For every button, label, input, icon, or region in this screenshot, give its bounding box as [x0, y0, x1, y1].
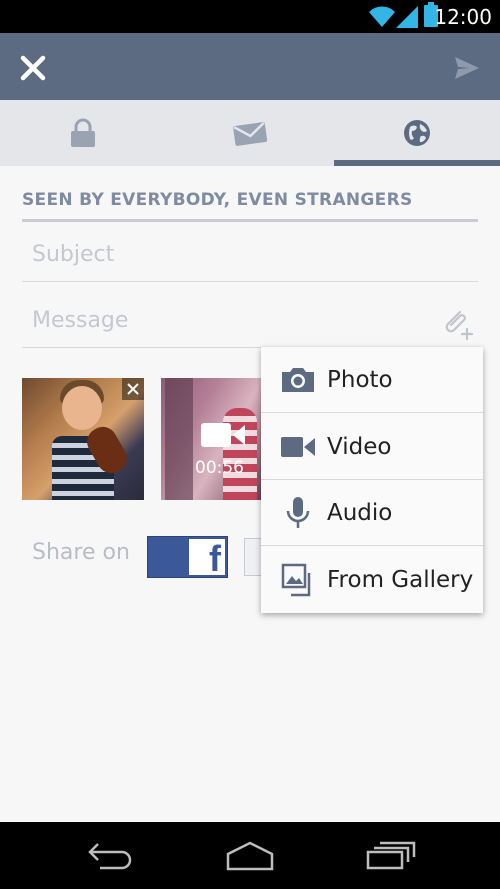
- menu-item-video[interactable]: Video: [261, 414, 483, 480]
- share-on-label: Share on: [32, 540, 130, 565]
- photo-attachment[interactable]: [22, 378, 144, 500]
- audience-tabs: [0, 100, 500, 166]
- selected-tab-indicator: [334, 160, 500, 166]
- attach-icon[interactable]: [440, 306, 474, 340]
- wifi-icon: [369, 6, 395, 27]
- lock-icon: [71, 118, 95, 147]
- recent-apps-icon[interactable]: [366, 840, 416, 870]
- status-bar: 12:00: [0, 0, 500, 33]
- camera-icon: [282, 367, 314, 392]
- menu-item-from-gallery[interactable]: From Gallery: [261, 547, 483, 613]
- tab-message[interactable]: [167, 100, 333, 166]
- facebook-logo-icon: f: [189, 539, 225, 575]
- microphone-icon: [286, 496, 310, 528]
- status-time: 12:00: [434, 5, 492, 29]
- message-placeholder: Message: [32, 308, 129, 333]
- message-field[interactable]: Message: [22, 298, 478, 348]
- subject-placeholder: Subject: [32, 242, 115, 267]
- send-icon[interactable]: [454, 55, 480, 81]
- twitter-share-toggle[interactable]: [244, 538, 262, 576]
- close-icon[interactable]: [20, 55, 46, 81]
- signal-icon: [396, 6, 418, 28]
- tab-public[interactable]: [334, 100, 500, 166]
- video-attachment[interactable]: 00:56: [161, 378, 261, 500]
- envelope-icon: [233, 122, 268, 146]
- menu-item-audio[interactable]: Audio: [261, 480, 483, 546]
- globe-icon: [404, 120, 430, 146]
- menu-item-photo[interactable]: Photo: [261, 347, 483, 413]
- attach-menu: Photo Video Audio From Gallery: [261, 347, 483, 613]
- navigation-bar: [0, 822, 500, 889]
- subject-field[interactable]: Subject: [22, 232, 478, 282]
- tab-private[interactable]: [0, 100, 166, 166]
- home-icon[interactable]: [224, 840, 276, 872]
- app-bar: [0, 33, 500, 100]
- audience-description: SEEN BY EVERYBODY, EVEN STRANGERS: [22, 190, 478, 222]
- audience-description-text: SEEN BY EVERYBODY, EVEN STRANGERS: [22, 190, 413, 210]
- video-camera-icon: [201, 423, 245, 447]
- facebook-glyph: f: [209, 539, 221, 575]
- menu-item-label: Photo: [327, 366, 393, 393]
- video-duration: 00:56: [195, 458, 244, 478]
- remove-attachment-button[interactable]: [122, 378, 144, 400]
- menu-item-label: From Gallery: [327, 567, 474, 593]
- menu-item-label: Video: [327, 433, 392, 460]
- close-icon: [127, 383, 139, 395]
- menu-item-label: Audio: [327, 499, 393, 526]
- back-icon[interactable]: [86, 840, 134, 870]
- facebook-share-toggle[interactable]: f: [147, 536, 228, 578]
- video-camera-icon: [281, 436, 315, 457]
- gallery-icon: [281, 563, 311, 597]
